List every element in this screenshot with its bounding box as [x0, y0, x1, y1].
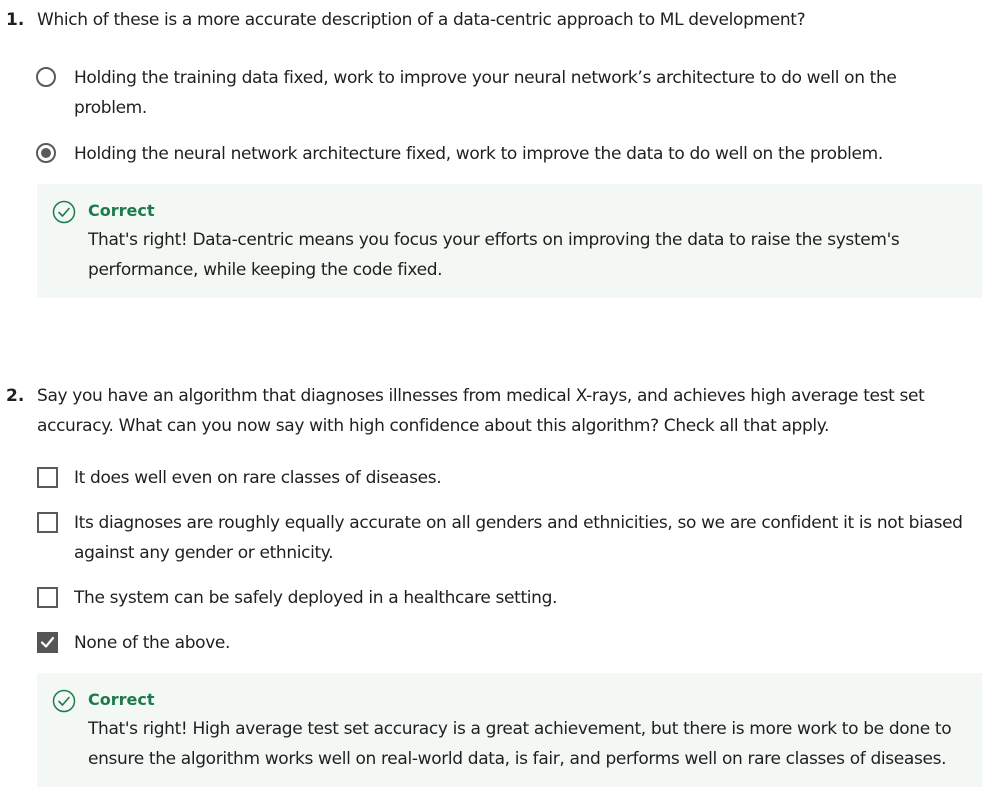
option-label[interactable]: It does well even on rare classes of dis… [74, 463, 974, 493]
check-circle-icon [52, 200, 76, 224]
feedback-title: Correct [88, 690, 155, 709]
feedback-text: That's right! High average test set accu… [88, 719, 952, 769]
checkbox[interactable] [37, 467, 58, 488]
feedback-box: Correct That's right! Data-centric means… [37, 184, 982, 298]
option-label[interactable]: None of the above. [74, 628, 974, 658]
question-text: Which of these is a more accurate descri… [37, 10, 806, 30]
radio-button[interactable] [36, 67, 56, 87]
question-number: 1. [6, 10, 25, 30]
option-label[interactable]: Holding the neural network architecture … [74, 139, 974, 169]
check-circle-icon [52, 689, 76, 713]
feedback-box: Correct That's right! High average test … [37, 673, 982, 787]
checkbox[interactable] [37, 587, 58, 608]
option-label[interactable]: Its diagnoses are roughly equally accura… [74, 508, 974, 568]
option-label[interactable]: The system can be safely deployed in a h… [74, 583, 974, 613]
checkbox[interactable] [37, 512, 58, 533]
question-text: Say you have an algorithm that diagnoses… [37, 386, 925, 436]
checkbox-checked[interactable] [37, 632, 58, 653]
radio-button-selected[interactable] [36, 143, 56, 163]
feedback-title: Correct [88, 201, 155, 220]
question-number: 2. [6, 386, 25, 406]
checkmark-icon [40, 636, 55, 648]
option-label[interactable]: Holding the training data fixed, work to… [74, 63, 974, 123]
feedback-text: That's right! Data-centric means you foc… [88, 230, 900, 280]
